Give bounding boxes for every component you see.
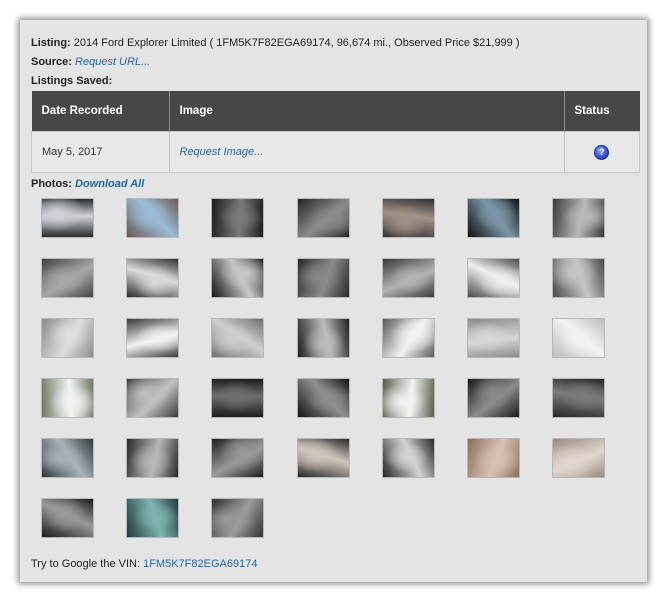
photo-thumbnail-third-row[interactable] <box>211 318 265 358</box>
photo-thumbnail-ignition-button[interactable] <box>41 198 94 238</box>
listing-panel: Listing: 2014 Ford Explorer Limited ( 1F… <box>20 20 647 582</box>
photo-thumbnail-door-panel[interactable] <box>296 198 350 238</box>
photo-thumbnail-cabin-interior[interactable] <box>296 258 350 298</box>
photo-thumbnail-seat-switch[interactable] <box>552 438 606 478</box>
question-icon[interactable]: ? <box>594 144 610 160</box>
photo-thumbnail-steering-controls[interactable] <box>211 378 265 418</box>
photo-thumbnail-front-exterior[interactable] <box>381 378 435 418</box>
photo-thumbnail-steering-wheel[interactable] <box>41 498 94 538</box>
photo-thumbnail-backup-camera-screen[interactable] <box>467 198 520 238</box>
download-all-link[interactable]: Download All <box>75 178 144 190</box>
photo-thumbnail-rear-seats[interactable] <box>41 258 94 298</box>
photo-thumbnail-gauge-cluster[interactable] <box>211 258 265 298</box>
photo-thumbnail-steering-controls[interactable] <box>126 498 180 538</box>
header-status: Status <box>564 91 640 132</box>
table-header-row: Date Recorded Image Status <box>31 91 640 132</box>
photo-thumbnail-front-exterior[interactable] <box>126 318 180 358</box>
photo-thumbnail-window-sticker[interactable] <box>552 318 606 358</box>
photo-thumbnail-front-seats[interactable] <box>552 378 606 418</box>
photo-grid <box>31 198 637 543</box>
photo-thumbnail-rear-exterior[interactable] <box>467 258 520 298</box>
table-row: May 5, 2017 Request Image... ? <box>31 131 640 173</box>
google-vin-text: Try to Google the VIN: <box>31 558 141 570</box>
google-vin-line: Try to Google the VIN: 1FM5K7F82EGA69174 <box>31 557 257 571</box>
listings-saved-label: Listings Saved: <box>31 75 113 87</box>
request-image-link[interactable]: Request Image... <box>180 146 264 158</box>
photo-thumbnail-wheel[interactable] <box>296 318 350 358</box>
listing-text: 2014 Ford Explorer Limited ( 1FM5K7F82EG… <box>73 37 520 49</box>
photo-thumbnail-cargo-seats[interactable] <box>381 258 435 298</box>
photos-line: Photos: Download All <box>31 175 637 194</box>
request-url-link[interactable]: Request URL... <box>75 56 150 68</box>
photo-thumbnail-front-seats[interactable] <box>41 438 94 478</box>
source-line: Source: Request URL... <box>31 53 637 72</box>
header-date-recorded: Date Recorded <box>31 91 170 132</box>
photo-thumbnail-door-panel[interactable] <box>381 198 435 238</box>
status-cell: ? <box>563 131 640 173</box>
photo-thumbnail-seat-buttons[interactable] <box>467 438 520 478</box>
listings-saved-line: Listings Saved: <box>31 72 637 91</box>
image-cell: Request Image... <box>168 131 565 173</box>
photo-thumbnail-front-seats[interactable] <box>126 378 180 418</box>
photo-thumbnail-cargo-area[interactable] <box>211 498 265 538</box>
photo-thumbnail-door-panel[interactable] <box>211 198 265 238</box>
vin-link[interactable]: 1FM5K7F82EGA69174 <box>143 558 257 570</box>
listing-label: Listing: <box>31 37 71 49</box>
photo-thumbnail-front-exterior[interactable] <box>381 318 435 358</box>
photo-thumbnail-dashboard[interactable] <box>467 378 520 418</box>
photo-thumbnail-rear-seats[interactable] <box>552 258 606 298</box>
photo-thumbnail-vent-controls[interactable] <box>126 438 180 478</box>
photo-thumbnail-cargo-area[interactable] <box>41 318 94 358</box>
photo-thumbnail-dashboard[interactable] <box>381 438 435 478</box>
source-label: Source: <box>31 56 72 68</box>
photo-thumbnail-rear-seats[interactable] <box>552 198 606 238</box>
photo-thumbnail-dashboard[interactable] <box>296 438 350 478</box>
photo-thumbnail-side-exterior[interactable] <box>41 378 94 418</box>
listing-line: Listing: 2014 Ford Explorer Limited ( 1F… <box>31 34 637 53</box>
listings-saved-table: Date Recorded Image Status May 5, 2017 R… <box>31 91 640 173</box>
date-recorded-cell: May 5, 2017 <box>31 131 170 173</box>
photo-thumbnail-center-console[interactable] <box>296 378 350 418</box>
photo-thumbnail-engine-bay[interactable] <box>211 438 265 478</box>
photos-label: Photos: <box>31 178 72 190</box>
photo-thumbnail-rear-seats[interactable] <box>467 318 520 358</box>
photo-thumbnail-door-open[interactable] <box>126 258 180 298</box>
photo-thumbnail-sunroof[interactable] <box>126 198 180 238</box>
header-image: Image <box>169 91 565 132</box>
